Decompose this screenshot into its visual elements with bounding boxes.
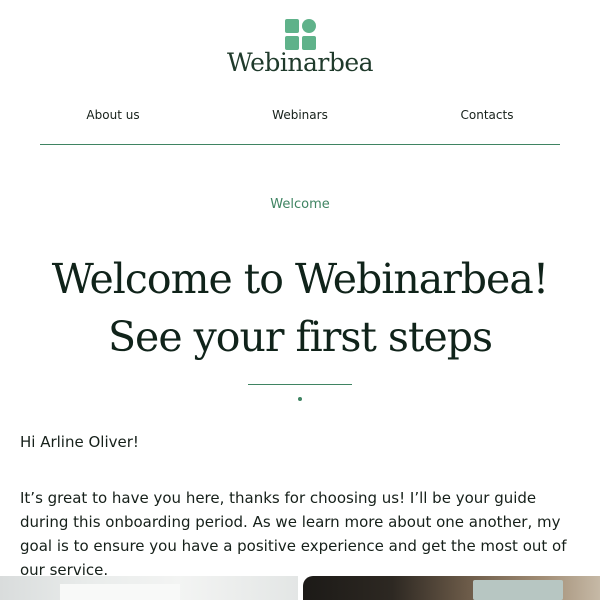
logo-circle-top-right: [302, 19, 316, 33]
brand-name[interactable]: Webinarbea: [0, 48, 600, 77]
nav-about-us-link[interactable]: About us: [86, 108, 139, 122]
section-divider-dot: [298, 397, 302, 401]
nav-webinars-link[interactable]: Webinars: [272, 108, 328, 122]
hero-title-line-1: Welcome to Webinarbea!: [51, 255, 549, 303]
logo-square-top-left: [285, 19, 299, 33]
office-photo: [0, 576, 298, 600]
greeting-text: Hi Arline Oliver!: [20, 433, 139, 451]
main-nav: About us Webinars Contacts: [40, 108, 560, 126]
hero-title-line-2: See your first steps: [107, 313, 493, 361]
laptop-photo: [303, 576, 600, 600]
logo-icon: [285, 19, 316, 50]
intro-paragraph: It’s great to have you here, thanks for …: [20, 489, 567, 579]
nav-divider: [40, 144, 560, 145]
hero-title: Welcome to Webinarbea! See your first st…: [0, 250, 600, 366]
section-divider-line: [248, 384, 352, 385]
nav-contacts-link[interactable]: Contacts: [461, 108, 514, 122]
eyebrow-label: Welcome: [270, 197, 330, 212]
